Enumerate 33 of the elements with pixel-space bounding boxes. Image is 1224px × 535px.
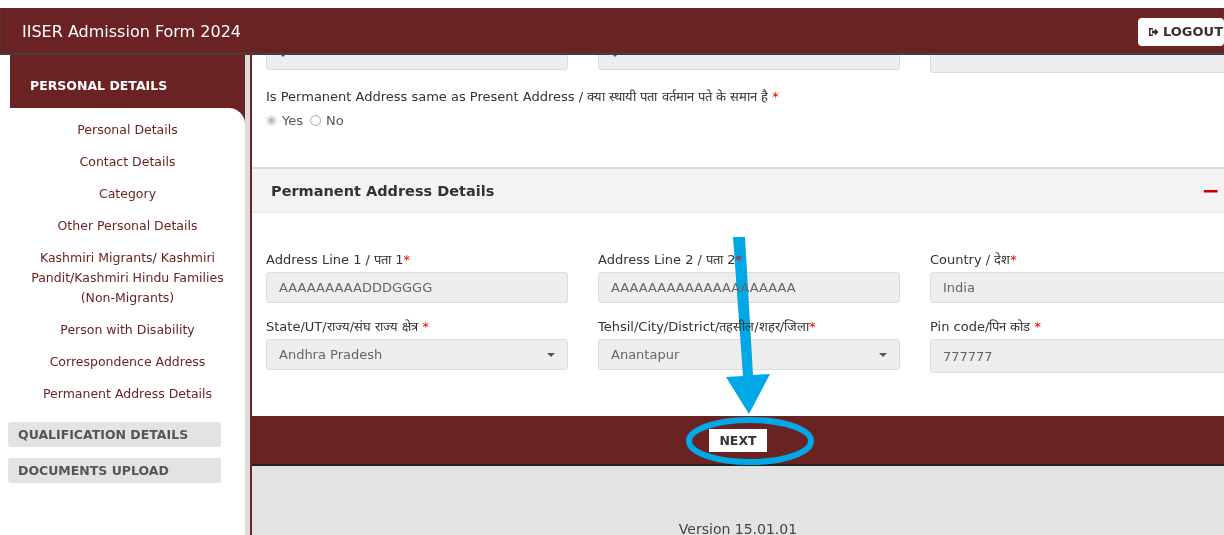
radio-label: Yes <box>282 113 303 128</box>
sidebar-link[interactable]: Contact Details <box>71 146 184 178</box>
input-field[interactable]: 777777 <box>930 339 1224 373</box>
section-header[interactable]: QUALIFICATION DETAILS <box>8 422 221 447</box>
logout-icon <box>1148 26 1159 37</box>
select-field[interactable]: Andhra Pradesh <box>266 339 568 370</box>
field-label: Pin code/पिन कोड * <box>930 318 1043 335</box>
section-title: PERSONAL DETAILS <box>30 78 168 93</box>
radio-button[interactable] <box>310 115 321 126</box>
sidebar-link[interactable]: Category <box>90 178 165 210</box>
sidebar-link[interactable]: Correspondence Address <box>41 346 214 378</box>
collapse-toggle[interactable]: − <box>1201 178 1220 203</box>
sidebar-link[interactable]: Other Personal Details <box>49 210 206 242</box>
next-button[interactable]: NEXT <box>709 428 767 452</box>
section-title: Permanent Address Details <box>271 182 495 199</box>
field-label: Country / देश* <box>930 251 1018 268</box>
logout-button[interactable]: LOGOUT <box>1138 17 1224 46</box>
field-label: Address Line 2 / पता 2* <box>598 251 743 268</box>
input-field[interactable]: India <box>930 272 1224 303</box>
field-label: State/UT/राज्य/संघ राज्य क्षेत्र * <box>266 318 430 335</box>
select-field[interactable]: Anantapur <box>598 339 900 370</box>
question-label: Is Permanent Address same as Present Address / क्या स्थायी पता वर्तमान पते के समान है * <box>266 88 780 105</box>
sidebar-link[interactable]: Person with Disability <box>52 314 203 346</box>
section-header[interactable]: PERSONAL DETAILS <box>10 55 245 108</box>
sidebar-link[interactable]: Personal Details <box>69 114 186 146</box>
input-field[interactable]: AAAAAAAAADDDGGGG <box>266 272 568 303</box>
sidebar-link[interactable]: Kashmiri Migrants/ Kashmiri Pandit/Kashmiri Hindu Families (Non-Migrants) <box>10 242 245 314</box>
sidebar-link[interactable]: Permanent Address Details <box>34 378 220 410</box>
app-title: IISER Admission Form 2024 <box>22 22 241 41</box>
radio-label: No <box>326 113 344 128</box>
section-header[interactable]: DOCUMENTS UPLOAD <box>8 458 221 483</box>
field-label: Address Line 1 / पता 1* <box>266 251 411 268</box>
version-text: Version 15.01.01 <box>678 521 798 535</box>
